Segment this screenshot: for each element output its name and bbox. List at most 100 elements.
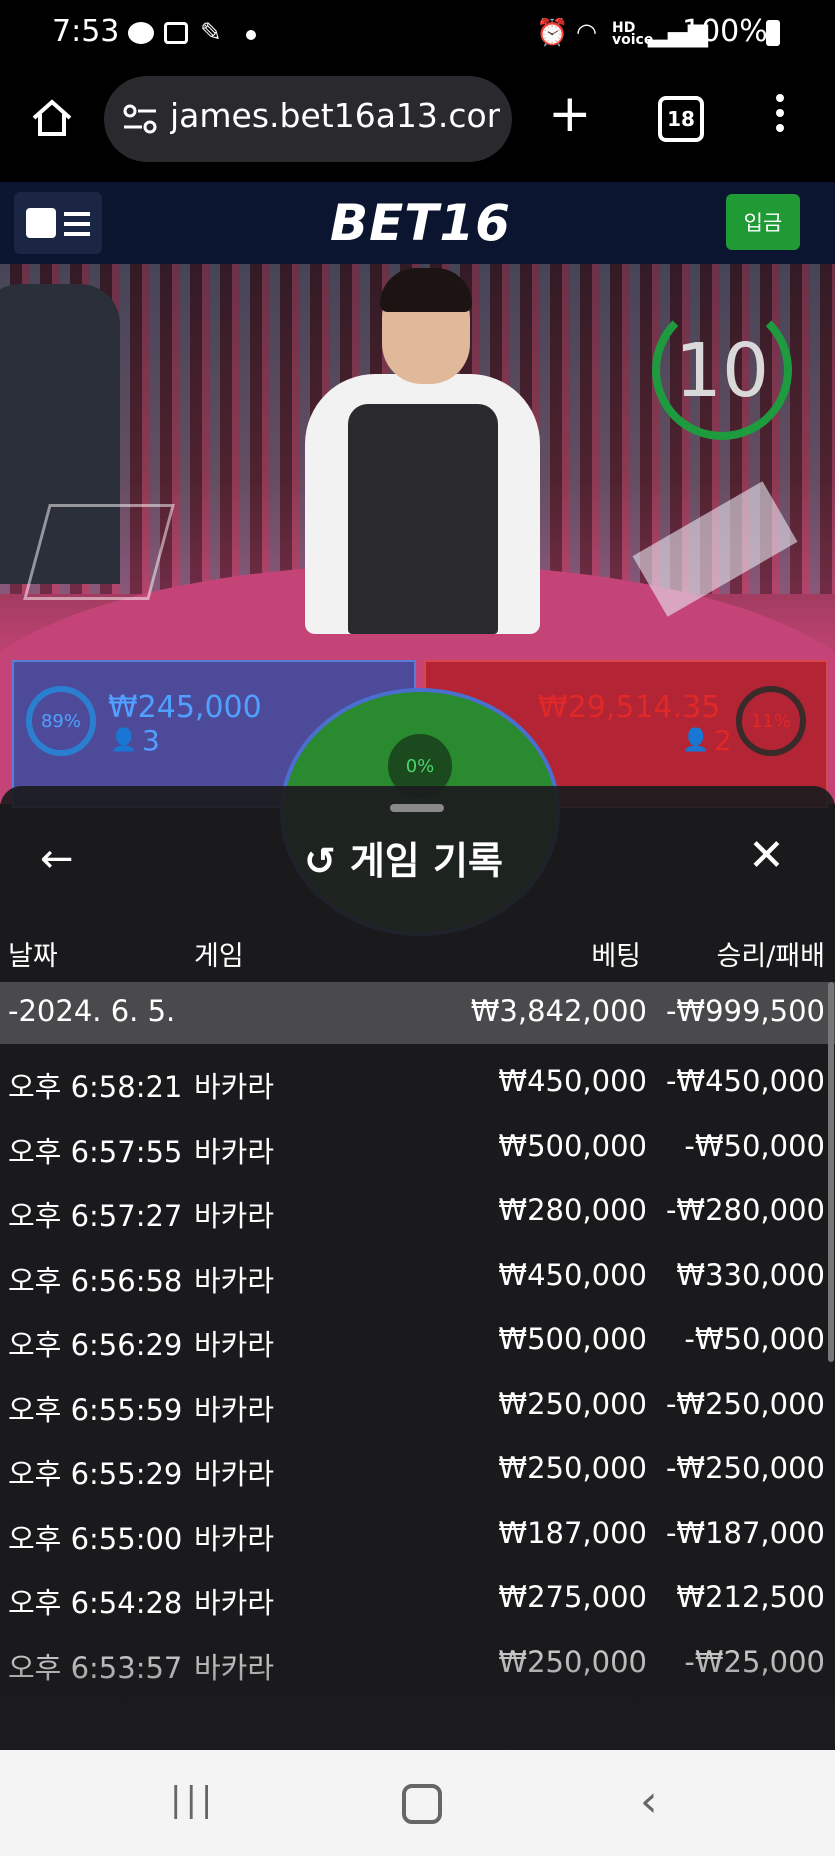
row-game: 바카라 bbox=[194, 1328, 275, 1362]
game-history-panel: ← ↺ 게임 기록 ✕ 날짜 게임 베팅 승리/패배 -2024. 6. 5. ₩… bbox=[0, 786, 835, 1750]
banker-bet-amount: ₩29,514.35 bbox=[538, 690, 721, 725]
wifi-icon: ◠ bbox=[576, 18, 597, 46]
battery-icon bbox=[766, 20, 780, 46]
row-game: 바카라 bbox=[194, 1522, 275, 1556]
row-time: 오후 6:57:55 bbox=[8, 1135, 183, 1169]
row-game: 바카라 bbox=[194, 1199, 275, 1233]
row-game: 바카라 bbox=[194, 1457, 275, 1491]
app-notification-icon: ✎ bbox=[200, 18, 222, 48]
close-icon[interactable]: ✕ bbox=[748, 830, 785, 881]
player-bet-amount: ₩245,000 bbox=[108, 690, 262, 725]
hamburger-icon bbox=[64, 212, 90, 236]
row-bet: ₩280,000 bbox=[498, 1193, 647, 1227]
address-bar[interactable]: james.bet16a13.com bbox=[104, 76, 512, 162]
row-bet: ₩500,000 bbox=[498, 1322, 647, 1356]
table-row[interactable]: 오후 6:54:28 바카라 ₩275,000 ₩212,500 bbox=[0, 1566, 835, 1630]
row-result: -₩187,000 bbox=[665, 1516, 825, 1550]
row-time: 오후 6:56:29 bbox=[8, 1328, 183, 1362]
row-result: ₩330,000 bbox=[676, 1258, 825, 1292]
table-row[interactable]: 오후 6:58:21 바카라 ₩450,000 -₩450,000 bbox=[0, 1050, 835, 1114]
back-nav-icon[interactable]: ‹ bbox=[640, 1776, 658, 1827]
user-icon: 👤 bbox=[682, 728, 710, 753]
url-text: james.bet16a13.com bbox=[170, 96, 500, 135]
history-title-text: 게임 기록 bbox=[349, 839, 503, 883]
player-percent-ring: 89% bbox=[26, 686, 96, 756]
date-group-bet: ₩3,842,000 bbox=[470, 994, 647, 1028]
countdown-number: 10 bbox=[674, 328, 770, 414]
more-notifications-dot bbox=[246, 30, 256, 40]
gift-icon bbox=[26, 208, 56, 238]
browser-toolbar: james.bet16a13.com + 18 bbox=[0, 66, 835, 182]
row-bet: ₩450,000 bbox=[498, 1064, 647, 1098]
list-fade bbox=[0, 1654, 835, 1750]
home-icon[interactable] bbox=[30, 96, 74, 140]
date-group-row[interactable]: -2024. 6. 5. ₩3,842,000 -₩999,500 bbox=[0, 982, 835, 1044]
table-row[interactable]: 오후 6:56:29 바카라 ₩500,000 -₩50,000 bbox=[0, 1308, 835, 1372]
dealer-vest bbox=[348, 404, 498, 634]
recent-apps-icon[interactable]: ||| bbox=[170, 1780, 216, 1820]
card-shoe-left bbox=[23, 504, 175, 600]
system-nav-bar: ||| ‹ bbox=[0, 1750, 835, 1856]
status-time: 7:53 bbox=[52, 14, 120, 49]
scrollbar[interactable] bbox=[828, 982, 834, 1362]
row-result: -₩450,000 bbox=[665, 1064, 825, 1098]
site-settings-icon[interactable] bbox=[122, 102, 158, 136]
table-row[interactable]: 오후 6:55:29 바카라 ₩250,000 -₩250,000 bbox=[0, 1437, 835, 1501]
menu-button[interactable] bbox=[14, 192, 102, 254]
site-header: BET16 입금 bbox=[0, 182, 835, 264]
row-time: 오후 6:57:27 bbox=[8, 1199, 183, 1233]
column-date[interactable]: 날짜 bbox=[8, 934, 58, 973]
status-bar: 7:53 ✎ ⏰ ◠ HD voice ▂▄▆ 100% bbox=[0, 0, 835, 66]
row-result: -₩50,000 bbox=[684, 1322, 825, 1356]
row-time: 오후 6:55:59 bbox=[8, 1393, 183, 1427]
talk-notification-icon bbox=[128, 22, 154, 44]
row-game: 바카라 bbox=[194, 1264, 275, 1298]
row-bet: ₩275,000 bbox=[498, 1580, 647, 1614]
row-time: 오후 6:55:29 bbox=[8, 1457, 183, 1491]
column-bet[interactable]: 베팅 bbox=[591, 934, 641, 973]
history-icon: ↺ bbox=[304, 839, 336, 883]
table-row[interactable]: 오후 6:56:58 바카라 ₩450,000 ₩330,000 bbox=[0, 1244, 835, 1308]
banker-bettor-count: 2 bbox=[714, 724, 732, 757]
row-game: 바카라 bbox=[194, 1070, 275, 1104]
table-row[interactable]: 오후 6:57:55 바카라 ₩500,000 -₩50,000 bbox=[0, 1115, 835, 1179]
row-bet: ₩250,000 bbox=[498, 1451, 647, 1485]
site-logo[interactable]: BET16 bbox=[330, 194, 511, 252]
row-result: -₩280,000 bbox=[665, 1193, 825, 1227]
banker-percent-ring: 11% bbox=[736, 686, 806, 756]
battery-percent: 100% bbox=[682, 14, 768, 49]
row-bet: ₩250,000 bbox=[498, 1387, 647, 1421]
more-menu-icon[interactable] bbox=[776, 94, 784, 132]
player-bettor-count: 3 bbox=[142, 724, 160, 757]
table-row[interactable]: 오후 6:55:00 바카라 ₩187,000 -₩187,000 bbox=[0, 1502, 835, 1566]
home-nav-icon[interactable] bbox=[402, 1784, 442, 1824]
row-result: ₩212,500 bbox=[676, 1580, 825, 1614]
table-row[interactable]: 오후 6:55:59 바카라 ₩250,000 -₩250,000 bbox=[0, 1373, 835, 1437]
drag-handle[interactable] bbox=[390, 804, 444, 812]
row-bet: ₩450,000 bbox=[498, 1258, 647, 1292]
column-result[interactable]: 승리/패배 bbox=[717, 934, 825, 973]
row-game: 바카라 bbox=[194, 1135, 275, 1169]
deposit-button[interactable]: 입금 bbox=[726, 194, 800, 250]
column-game[interactable]: 게임 bbox=[194, 934, 244, 973]
new-tab-icon[interactable]: + bbox=[548, 84, 592, 144]
history-title: ↺ 게임 기록 bbox=[304, 830, 503, 885]
row-time: 오후 6:54:28 bbox=[8, 1586, 183, 1620]
row-time: 오후 6:55:00 bbox=[8, 1522, 183, 1556]
date-group-result: -₩999,500 bbox=[665, 994, 825, 1028]
tab-switcher-button[interactable]: 18 bbox=[658, 96, 704, 142]
back-arrow-icon[interactable]: ← bbox=[40, 836, 74, 882]
row-game: 바카라 bbox=[194, 1586, 275, 1620]
row-result: -₩250,000 bbox=[665, 1451, 825, 1485]
date-group-label: -2024. 6. 5. bbox=[8, 994, 176, 1028]
table-row[interactable]: 오후 6:57:27 바카라 ₩280,000 -₩280,000 bbox=[0, 1179, 835, 1243]
row-result: -₩250,000 bbox=[665, 1387, 825, 1421]
user-icon: 👤 bbox=[110, 728, 138, 753]
row-game: 바카라 bbox=[194, 1393, 275, 1427]
row-bet: ₩187,000 bbox=[498, 1516, 647, 1550]
row-time: 오후 6:58:21 bbox=[8, 1070, 183, 1104]
alarm-icon: ⏰ bbox=[536, 18, 569, 48]
gallery-notification-icon bbox=[164, 22, 188, 44]
row-time: 오후 6:56:58 bbox=[8, 1264, 183, 1298]
row-result: -₩50,000 bbox=[684, 1129, 825, 1163]
